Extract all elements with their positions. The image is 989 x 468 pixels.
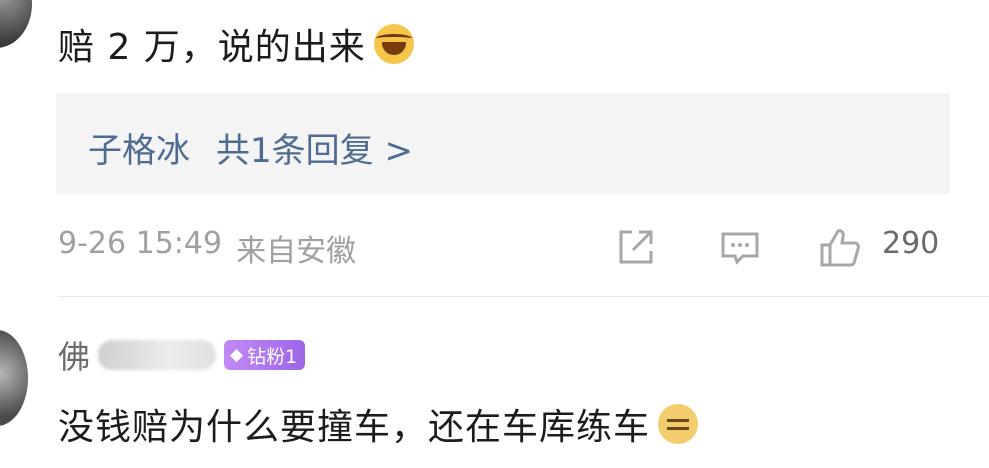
- comment-button[interactable]: [718, 225, 762, 269]
- like-button[interactable]: [818, 225, 862, 269]
- username-row: 佛 ◆ 钻粉1: [58, 332, 306, 378]
- comment-icon: [721, 232, 759, 265]
- share-icon: [619, 230, 653, 264]
- comment-meta: 9-26 15:49 来自安徽: [58, 226, 356, 270]
- laughing-crying-face-icon: [373, 24, 414, 64]
- like-count: 290: [882, 226, 940, 261]
- fan-badge: ◆ 钻粉1: [224, 340, 306, 370]
- smirk-face-icon: [658, 404, 699, 444]
- reply-author[interactable]: 子格冰: [88, 123, 190, 172]
- comment-text: 赔 2 万，说的出来: [58, 27, 366, 68]
- comment-body: 没钱赔为什么要撞车，还在车库练车: [58, 398, 699, 450]
- comment-text: 没钱赔为什么要撞车，还在车库练车: [58, 407, 651, 448]
- fan-badge-label: 钻粉1: [247, 345, 298, 368]
- avatar[interactable]: [0, 330, 28, 426]
- blurred-username: [98, 340, 217, 370]
- comment-body: 赔 2 万，说的出来: [58, 18, 414, 70]
- share-button[interactable]: [614, 225, 658, 269]
- location: 来自安徽: [236, 234, 357, 269]
- avatar[interactable]: [0, 0, 32, 48]
- thumbs-up-icon: [820, 229, 860, 267]
- divider: [58, 296, 989, 297]
- diamond-icon: ◆: [230, 345, 244, 365]
- timestamp: 9-26 15:49: [58, 226, 223, 261]
- reply-count-link[interactable]: 共1条回复 >: [216, 123, 413, 172]
- reply-preview-box[interactable]: 子格冰 共1条回复 >: [56, 93, 950, 194]
- username[interactable]: 佛: [58, 332, 90, 378]
